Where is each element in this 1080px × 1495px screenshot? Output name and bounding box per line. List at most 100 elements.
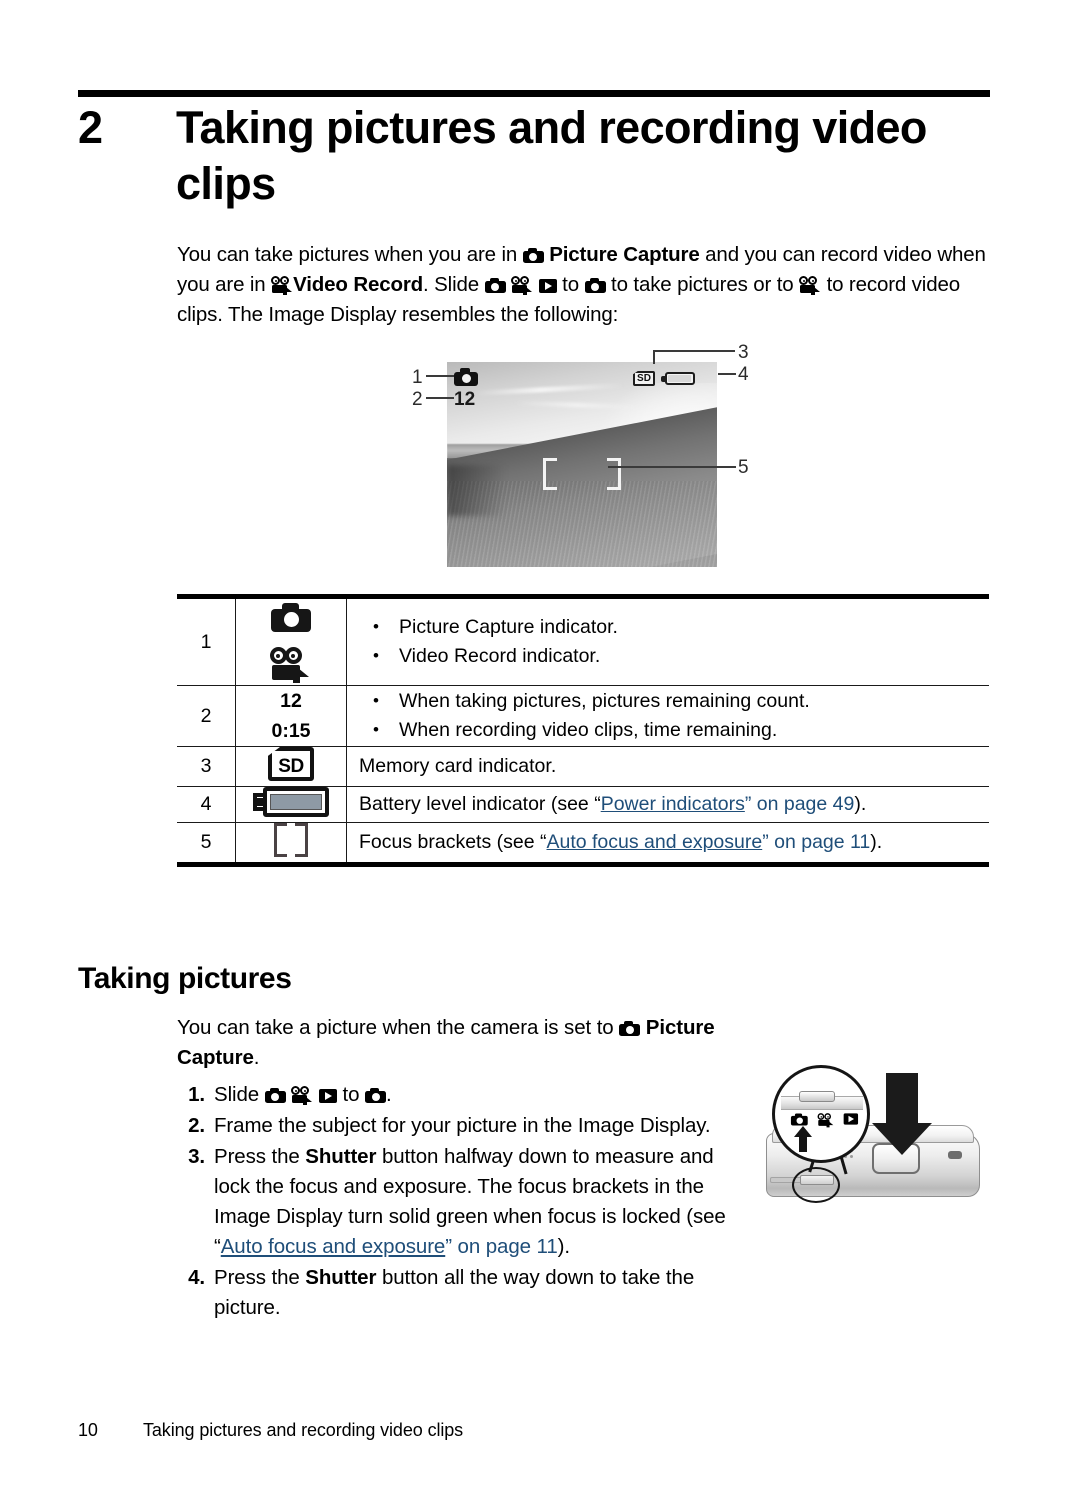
step-4-text-a: Press the	[214, 1266, 306, 1289]
section-body: You can take a picture when the camera i…	[177, 1013, 737, 1324]
video-record-label: Video Record	[293, 273, 424, 296]
row-icon-cell	[235, 786, 347, 823]
battery-text-a: Battery level indicator (see “	[359, 793, 601, 815]
mode-switch-up-arrow-icon	[794, 1126, 812, 1152]
row-icon-cell: 12 0:15	[235, 685, 347, 747]
auto-focus-link[interactable]: Auto focus and exposure” on page 11	[546, 831, 870, 853]
step-1-text-c: .	[386, 1083, 392, 1106]
osd-focus-bracket-right	[607, 458, 621, 490]
intro-paragraph: You can take pictures when you are in Pi…	[177, 240, 992, 330]
magnifier-source-circle	[792, 1167, 840, 1203]
picture-capture-icon	[484, 278, 506, 293]
row-number: 4	[177, 786, 236, 823]
step-3-text-d: ).	[557, 1235, 570, 1258]
list-item: Video Record indicator.	[359, 641, 989, 671]
list-item: 1. Slide to .	[177, 1080, 737, 1110]
step-1-text-b: to	[336, 1083, 365, 1106]
magnified-mode-switch-view	[772, 1065, 870, 1163]
video-record-icon	[799, 276, 821, 295]
intro-text-f: to	[556, 273, 585, 296]
page-footer: 10 Taking pictures and recording video cl…	[78, 1420, 463, 1441]
time-remaining-value: 0:15	[271, 720, 311, 742]
auto-focus-link-label: Auto focus and exposure	[546, 831, 763, 853]
osd-battery-icon	[661, 372, 695, 385]
power-indicators-page: ” on page 49	[744, 793, 855, 815]
callout-5-leader	[608, 466, 736, 468]
power-indicators-link[interactable]: Power indicators” on page 49	[601, 793, 855, 815]
playback-icon	[538, 279, 557, 293]
list-item: 2. Frame the subject for your picture in …	[177, 1111, 737, 1141]
chapter-number: 2	[78, 102, 103, 153]
video-record-icon	[271, 276, 293, 295]
list-item: 3. Press the Shutter button halfway down …	[177, 1142, 737, 1262]
row-description: Picture Capture indicator. Video Record …	[346, 594, 989, 686]
table-row: 3 SD Memory card indicator.	[177, 746, 989, 787]
focus-text-c: ).	[870, 831, 883, 853]
table-row: 1 Picture Capture indicator. Video Recor…	[177, 594, 989, 686]
camera-icon	[271, 603, 311, 632]
intro-text-e: . Slide	[423, 273, 485, 296]
mode-switch-slider	[799, 1091, 835, 1102]
sd-card-icon: SD	[268, 747, 314, 781]
picture-capture-icon	[264, 1088, 286, 1103]
section-lead-c: .	[253, 1046, 260, 1069]
callout-3-leader-vertical	[653, 350, 655, 364]
row-description: Battery level indicator (see “Power indi…	[346, 786, 989, 823]
row-description: Focus brackets (see “Auto focus and expo…	[346, 822, 989, 867]
table-row: 4 Battery level indicator (see “Power in…	[177, 786, 989, 823]
section-heading: Taking pictures	[78, 962, 292, 995]
list-item: 4. Press the Shutter button all the way d…	[177, 1263, 737, 1323]
steps-list: 1. Slide to . 2. Frame the subject for you…	[177, 1080, 737, 1323]
shutter-label: Shutter	[305, 1266, 377, 1289]
callout-3-leader-horizontal	[653, 350, 735, 352]
callout-4-leader	[718, 373, 736, 375]
auto-focus-page: ” on page 11	[762, 831, 871, 853]
row-number: 3	[177, 746, 236, 787]
row-number: 1	[177, 594, 236, 686]
row-number: 2	[177, 685, 236, 747]
picture-capture-icon	[522, 248, 544, 263]
chapter-header: 2 Taking pictures and recording video cl…	[78, 100, 990, 212]
step-2-text: Frame the subject for your picture in th…	[214, 1114, 711, 1137]
list-item: Picture Capture indicator.	[359, 612, 989, 642]
step-number: 3.	[188, 1145, 205, 1168]
row-description: Memory card indicator.	[346, 746, 989, 787]
camera-illustration	[752, 1055, 992, 1215]
auto-focus-link[interactable]: Auto focus and exposure” on page 11	[221, 1235, 558, 1258]
callout-4-number: 4	[738, 364, 749, 385]
intro-text-g: to take pictures or to	[605, 273, 800, 296]
playback-icon	[318, 1089, 337, 1103]
table-row: 5 Focus brackets (see “Auto focus and ex…	[177, 822, 989, 867]
picture-capture-icon	[790, 1113, 808, 1125]
callout-1-leader	[426, 375, 454, 377]
sd-card-label: SD	[278, 756, 304, 777]
playback-icon	[844, 1113, 859, 1125]
osd-sd-card-icon: SD	[633, 371, 655, 386]
step-number: 2.	[188, 1114, 205, 1137]
callout-5-number: 5	[738, 457, 749, 478]
footer-title: Taking pictures and recording video clip…	[143, 1420, 464, 1440]
osd-focus-bracket-left	[543, 458, 557, 490]
step-number: 4.	[188, 1266, 205, 1289]
focus-brackets-icon	[270, 823, 312, 857]
video-record-icon	[817, 1112, 834, 1127]
section-lead: You can take a picture when the camera i…	[177, 1013, 737, 1073]
picture-capture-icon	[619, 1021, 641, 1036]
intro-text-a: You can take pictures when you are in	[177, 243, 523, 266]
section-lead-a: You can take a picture when the camera i…	[177, 1016, 620, 1039]
row-icon-cell: SD	[235, 746, 347, 787]
callout-2-number: 2	[412, 389, 423, 410]
battery-icon	[253, 787, 329, 817]
lcd-preview: 12 SD	[447, 362, 717, 567]
picture-capture-label: Picture Capture	[549, 243, 700, 266]
list-item: When recording video clips, time remaini…	[359, 715, 989, 745]
page-title: Taking pictures and recording video clip…	[176, 102, 927, 209]
callout-2-leader	[426, 397, 454, 399]
row-icon-cell	[235, 822, 347, 867]
indicators-table: 1 Picture Capture indicator. Video Recor…	[177, 594, 989, 867]
table-row: 2 12 0:15 When taking pictures, pictures…	[177, 685, 989, 747]
callout-1-number: 1	[412, 367, 423, 388]
picture-capture-icon	[584, 278, 606, 293]
pictures-remaining-value: 12	[280, 690, 302, 712]
chapter-top-rule	[78, 90, 990, 97]
